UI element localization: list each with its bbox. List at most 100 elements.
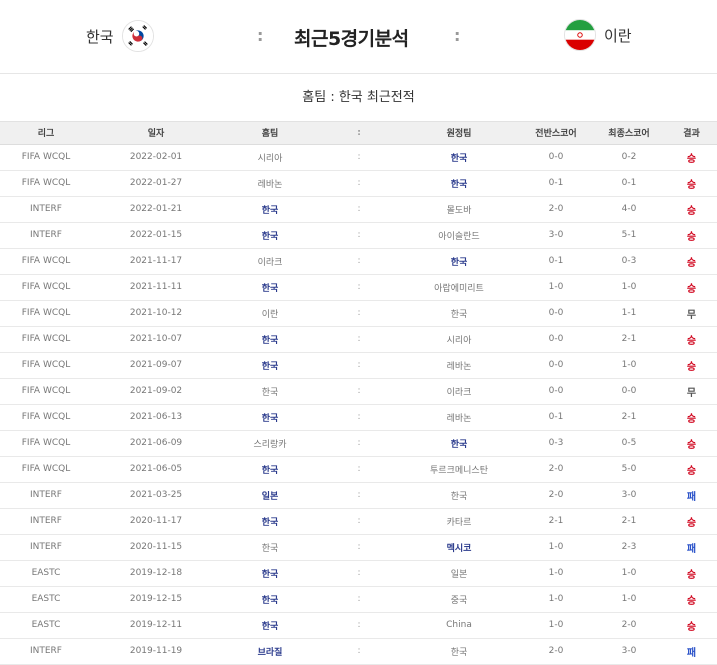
cell-date: 2021-09-07 [129, 360, 183, 370]
header-separator-left: : [257, 26, 264, 45]
cell-half-score: 1-0 [548, 282, 564, 292]
cell-home-team[interactable]: 한국 [220, 534, 320, 560]
cell-home-team[interactable]: 일본 [220, 482, 320, 508]
cell-date: 2021-09-02 [129, 386, 183, 396]
cell-half-score: 0-0 [548, 152, 564, 162]
table-row[interactable]: INTERF 2022-01-15 한국: 아이슬란드 3-0 5-1 승 [0, 222, 717, 248]
cell-result: 승 [686, 231, 697, 243]
table-row[interactable]: FIFA WCQL 2022-01-27 레바논: 한국 0-1 0-1 승 [0, 170, 717, 196]
cell-away-team[interactable]: 시리아 [398, 326, 520, 352]
cell-home-team[interactable]: 한국 [220, 326, 320, 352]
cell-date: 2021-11-17 [129, 256, 183, 266]
table-row[interactable]: FIFA WCQL 2021-10-07 한국: 시리아 0-0 2-1 승 [0, 326, 717, 352]
cell-result: 승 [686, 621, 697, 633]
table-row[interactable]: FIFA WCQL 2021-06-05 한국: 투르크메니스탄 2-0 5-0 승 [0, 456, 717, 482]
cell-away-team[interactable]: 한국 [398, 638, 520, 664]
table-row[interactable]: FIFA WCQL 2022-02-01 시리아: 한국 0-0 0-2 승 [0, 144, 717, 170]
cell-away-team[interactable]: 아이슬란드 [398, 222, 520, 248]
table-row[interactable]: FIFA WCQL 2021-09-07 한국: 레바논 0-0 1-0 승 [0, 352, 717, 378]
cell-away-team[interactable]: 투르크메니스탄 [398, 456, 520, 482]
cell-away-team[interactable]: 한국 [398, 248, 520, 274]
cell-away-team[interactable]: 아랍에미리트 [398, 274, 520, 300]
cell-away-team[interactable]: 멕시코 [398, 534, 520, 560]
cell-home-team[interactable]: 한국 [220, 456, 320, 482]
cell-home-team[interactable]: 한국 [220, 560, 320, 586]
cell-date: 2022-01-21 [129, 204, 183, 214]
col-league: 리그 [0, 122, 92, 145]
cell-home-team[interactable]: 한국 [220, 378, 320, 404]
cell-home-team[interactable]: 브라질 [220, 638, 320, 664]
cell-result: 승 [686, 595, 697, 607]
cell-final-score: 2-0 [621, 620, 637, 630]
cell-home-team[interactable]: 한국 [220, 612, 320, 638]
table-row[interactable]: FIFA WCQL 2021-11-11 한국: 아랍에미리트 1-0 1-0 승 [0, 274, 717, 300]
table-row[interactable]: INTERF 2020-11-15 한국: 멕시코 1-0 2-3 패 [0, 534, 717, 560]
cell-final-score: 2-1 [621, 516, 637, 526]
cell-league: EASTC [31, 620, 61, 630]
cell-away-team[interactable]: 레바논 [398, 352, 520, 378]
cell-home-team[interactable]: 스리랑카 [220, 430, 320, 456]
cell-separator: : [357, 256, 361, 266]
cell-away-team[interactable]: 카타르 [398, 508, 520, 534]
cell-home-team[interactable]: 시리아 [220, 144, 320, 170]
cell-date: 2019-12-18 [129, 568, 183, 578]
cell-date: 2021-06-05 [129, 464, 183, 474]
cell-league: INTERF [29, 490, 62, 500]
cell-home-team[interactable]: 한국 [220, 586, 320, 612]
cell-home-team[interactable]: 한국 [220, 274, 320, 300]
cell-result: 승 [686, 205, 697, 217]
table-row[interactable]: FIFA WCQL 2021-09-02 한국: 이라크 0-0 0-0 무 [0, 378, 717, 404]
cell-away-team[interactable]: 한국 [398, 170, 520, 196]
cell-league: FIFA WCQL [21, 412, 71, 422]
cell-home-team[interactable]: 한국 [220, 508, 320, 534]
cell-date: 2020-11-15 [129, 542, 183, 552]
cell-away-team[interactable]: 한국 [398, 482, 520, 508]
cell-away-team[interactable]: China [398, 612, 520, 638]
cell-half-score: 1-0 [548, 620, 564, 630]
cell-result: 승 [686, 413, 697, 425]
cell-separator: : [357, 386, 361, 396]
cell-away-team[interactable]: 한국 [398, 300, 520, 326]
table-row[interactable]: INTERF 2022-01-21 한국: 몰도바 2-0 4-0 승 [0, 196, 717, 222]
cell-away-team[interactable]: 이라크 [398, 378, 520, 404]
table-row[interactable]: FIFA WCQL 2021-10-12 이란: 한국 0-0 1-1 무 [0, 300, 717, 326]
table-row[interactable]: INTERF 2021-03-25 일본: 한국 2-0 3-0 패 [0, 482, 717, 508]
cell-half-score: 2-0 [548, 490, 564, 500]
table-row[interactable]: FIFA WCQL 2021-06-13 한국: 레바논 0-1 2-1 승 [0, 404, 717, 430]
cell-result: 패 [686, 491, 697, 503]
away-team[interactable]: 이란 [564, 19, 632, 51]
cell-league: INTERF [29, 646, 62, 656]
cell-home-team[interactable]: 레바논 [220, 170, 320, 196]
cell-separator: : [357, 230, 361, 240]
cell-home-team[interactable]: 이라크 [220, 248, 320, 274]
home-team[interactable]: 한국 [86, 20, 154, 52]
table-row[interactable]: INTERF 2020-11-17 한국: 카타르 2-1 2-1 승 [0, 508, 717, 534]
cell-away-team[interactable]: 몰도바 [398, 196, 520, 222]
table-row[interactable]: EASTC 2019-12-18 한국: 일본 1-0 1-0 승 [0, 560, 717, 586]
cell-away-team[interactable]: 한국 [398, 144, 520, 170]
cell-final-score: 0-5 [621, 438, 637, 448]
cell-date: 2019-11-19 [129, 646, 183, 656]
cell-separator: : [357, 646, 361, 656]
cell-away-team[interactable]: 일본 [398, 560, 520, 586]
cell-final-score: 2-3 [621, 542, 637, 552]
cell-league: INTERF [29, 204, 62, 214]
cell-final-score: 4-0 [621, 204, 637, 214]
table-row[interactable]: FIFA WCQL 2021-11-17 이라크: 한국 0-1 0-3 승 [0, 248, 717, 274]
cell-away-team[interactable]: 레바논 [398, 404, 520, 430]
cell-home-team[interactable]: 한국 [220, 404, 320, 430]
cell-result: 승 [686, 257, 697, 269]
cell-away-team[interactable]: 한국 [398, 430, 520, 456]
table-row[interactable]: FIFA WCQL 2021-06-09 스리랑카: 한국 0-3 0-5 승 [0, 430, 717, 456]
cell-home-team[interactable]: 이란 [220, 300, 320, 326]
table-row[interactable]: INTERF 2019-11-19 브라질: 한국 2-0 3-0 패 [0, 638, 717, 664]
table-row[interactable]: EASTC 2019-12-11 한국: China 1-0 2-0 승 [0, 612, 717, 638]
table-row[interactable]: EASTC 2019-12-15 한국: 중국 1-0 1-0 승 [0, 586, 717, 612]
cell-home-team[interactable]: 한국 [220, 352, 320, 378]
cell-result: 무 [686, 309, 697, 321]
recent-matches-table: 리그 일자 홈팀 : 원정팀 전반스코어 최종스코어 결과 FIFA WCQL 2… [0, 122, 717, 665]
cell-final-score: 1-0 [621, 594, 637, 604]
cell-home-team[interactable]: 한국 [220, 222, 320, 248]
cell-away-team[interactable]: 중국 [398, 586, 520, 612]
cell-home-team[interactable]: 한국 [220, 196, 320, 222]
